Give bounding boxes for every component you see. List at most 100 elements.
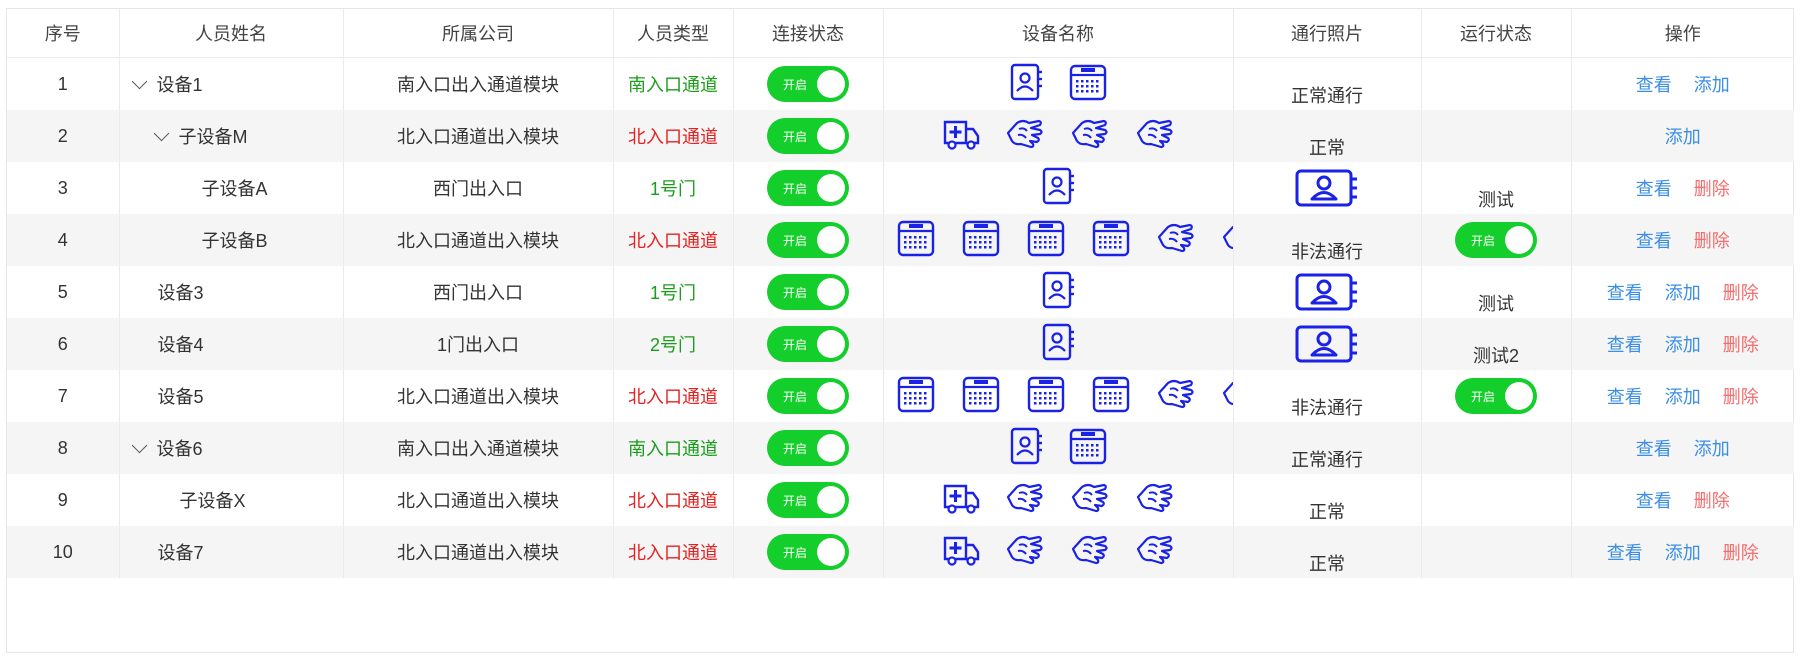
run-status-cell (1421, 57, 1572, 110)
run-status-cell: 测试 (1421, 266, 1572, 318)
row-number-cell: 3 (7, 162, 120, 214)
devices-cell (883, 110, 1234, 162)
device-icons (884, 474, 1233, 526)
connection-toggle[interactable]: 开启 (767, 274, 849, 310)
connection-cell: 开启 (733, 474, 884, 526)
photo-cell (1233, 162, 1422, 214)
name-cell: 设备4 (119, 318, 344, 370)
connection-toggle[interactable]: 开启 (767, 170, 849, 206)
run-status-toggle[interactable]: 开启 (1455, 222, 1537, 258)
view-button[interactable]: 查看 (1636, 435, 1672, 461)
type-cell: 南入口通道 (613, 422, 734, 474)
add-button[interactable]: 添加 (1694, 435, 1730, 461)
add-button[interactable]: 添加 (1694, 71, 1730, 97)
expand-chevron-icon[interactable] (131, 437, 147, 454)
delete-button[interactable]: 删除 (1694, 487, 1730, 513)
view-button[interactable]: 查看 (1607, 383, 1643, 409)
cardreader-icon (896, 218, 936, 263)
view-button[interactable]: 查看 (1607, 331, 1643, 357)
photo-cell: 正常 (1233, 526, 1422, 578)
run-status-cell: 测试 (1421, 162, 1572, 214)
row-number-cell: 2 (7, 110, 120, 162)
type-cell: 北入口通道 (613, 110, 734, 162)
run-status-cell: 测试2 (1421, 318, 1572, 370)
table-row: 7 设备5 北入口通道出入模块 北入口通道 开启 非法通行 开启 查看 添加 删除 (7, 370, 1794, 422)
pass-status: 正常通行 (1291, 450, 1363, 470)
column-header-actions: 操作 (1571, 9, 1794, 58)
view-button[interactable]: 查看 (1636, 227, 1672, 253)
add-button[interactable]: 添加 (1665, 331, 1701, 357)
row-number: 1 (57, 73, 68, 94)
connection-toggle[interactable]: 开启 (767, 534, 849, 570)
device-name: 设备6 (156, 439, 203, 459)
column-header-no: 序号 (7, 9, 120, 58)
connection-toggle[interactable]: 开启 (767, 222, 849, 258)
view-button[interactable]: 查看 (1607, 539, 1643, 565)
type-cell: 2号门 (613, 318, 734, 370)
toggle-label: 开启 (1471, 390, 1496, 404)
actions-cell: 查看 添加 删除 (1571, 266, 1794, 318)
delete-button[interactable]: 删除 (1694, 227, 1730, 253)
company-cell: 南入口出入通道模块 (343, 422, 614, 474)
cardreader-icon (961, 218, 1001, 263)
devices-cell (883, 474, 1234, 526)
person-type: 北入口通道 (628, 231, 718, 251)
add-button[interactable]: 添加 (1665, 123, 1701, 149)
name-cell: 设备6 (119, 422, 344, 474)
device-icons (884, 526, 1233, 578)
view-button[interactable]: 查看 (1636, 487, 1672, 513)
toggle-label: 开启 (783, 78, 808, 92)
delete-button[interactable]: 删除 (1723, 539, 1759, 565)
add-button[interactable]: 添加 (1665, 383, 1701, 409)
connection-toggle[interactable]: 开启 (767, 482, 849, 518)
company-cell: 北入口通道出入模块 (343, 214, 614, 266)
column-header-devices: 设备名称 (883, 9, 1234, 58)
actions-cell: 查看 添加 (1571, 422, 1794, 474)
table-row: 8 设备6 南入口出入通道模块 南入口通道 开启 正常通行 查看 添加 (7, 422, 1794, 474)
view-button[interactable]: 查看 (1636, 71, 1672, 97)
toggle-label: 开启 (783, 130, 808, 144)
hand-icon (1070, 117, 1110, 156)
pass-status: 正常 (1309, 502, 1345, 522)
connection-toggle[interactable]: 开启 (767, 430, 849, 466)
type-cell: 北入口通道 (613, 474, 734, 526)
delete-button[interactable]: 删除 (1723, 279, 1759, 305)
toggle-label: 开启 (783, 442, 808, 456)
pass-status: 正常通行 (1291, 86, 1363, 106)
delete-button[interactable]: 删除 (1723, 383, 1759, 409)
delete-button[interactable]: 删除 (1694, 175, 1730, 201)
connection-toggle[interactable]: 开启 (767, 118, 849, 154)
devices-cell (883, 214, 1234, 266)
connection-cell: 开启 (733, 318, 884, 370)
row-number: 2 (57, 125, 68, 146)
view-button[interactable]: 查看 (1636, 175, 1672, 201)
ambulance-icon (942, 117, 980, 156)
hand-icon (1156, 221, 1196, 260)
add-button[interactable]: 添加 (1665, 539, 1701, 565)
company-name: 西门出入口 (433, 179, 523, 199)
company-cell: 西门出入口 (343, 266, 614, 318)
add-button[interactable]: 添加 (1665, 279, 1701, 305)
person-type: 南入口通道 (628, 439, 718, 459)
hand-icon (1005, 481, 1045, 520)
name-cell: 子设备X (119, 474, 344, 526)
connection-toggle[interactable]: 开启 (767, 66, 849, 102)
devices-cell (883, 266, 1234, 318)
name-cell: 子设备A (119, 162, 344, 214)
photo-cell: 正常通行 (1233, 57, 1422, 110)
ambulance-icon (942, 481, 980, 520)
toggle-knob (1505, 382, 1533, 410)
row-actions: 查看 删除 (1572, 227, 1795, 253)
view-button[interactable]: 查看 (1607, 279, 1643, 305)
run-status-toggle[interactable]: 开启 (1455, 378, 1537, 414)
toggle-knob (817, 382, 845, 410)
toggle-label: 开启 (783, 286, 808, 300)
delete-button[interactable]: 删除 (1723, 331, 1759, 357)
expand-chevron-icon[interactable] (131, 73, 147, 90)
company-name: 南入口出入通道模块 (397, 75, 559, 95)
actions-cell: 查看 添加 删除 (1571, 370, 1794, 422)
company-name: 西门出入口 (433, 283, 523, 303)
connection-toggle[interactable]: 开启 (767, 326, 849, 362)
connection-toggle[interactable]: 开启 (767, 378, 849, 414)
expand-chevron-icon[interactable] (153, 125, 169, 142)
